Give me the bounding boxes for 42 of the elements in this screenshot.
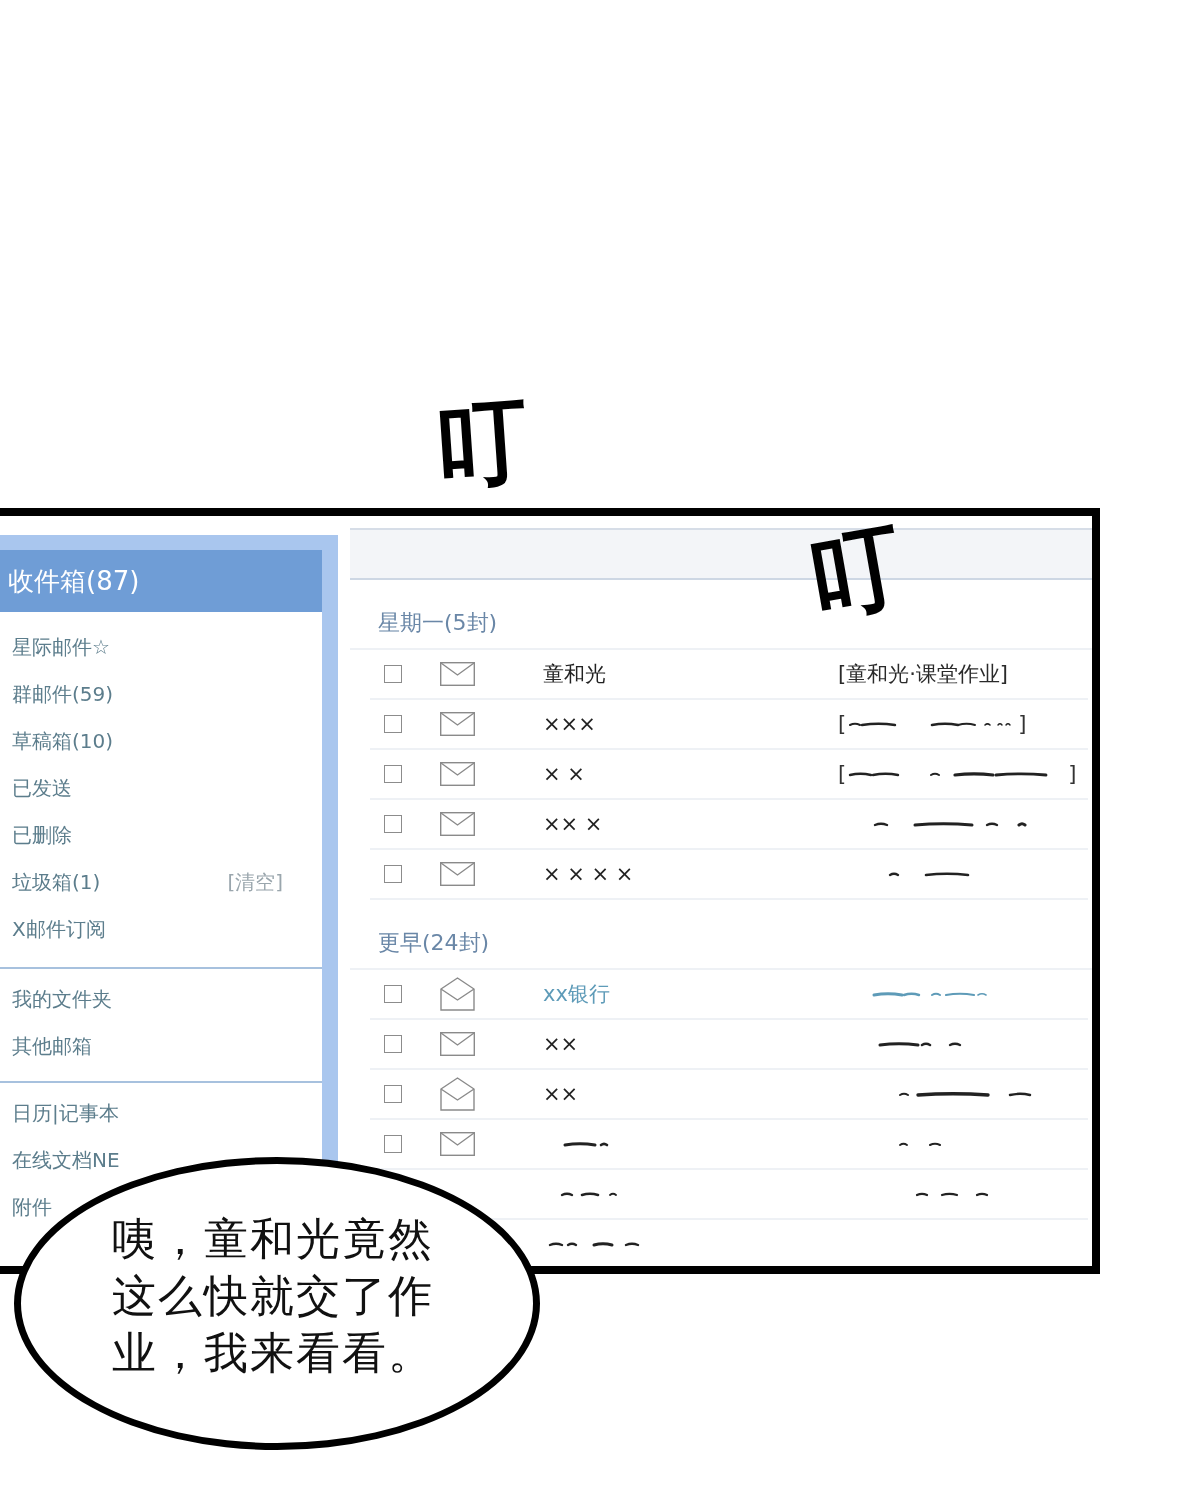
- checkbox[interactable]: [384, 1135, 402, 1153]
- mail-subject: [童和光·课堂作业]: [838, 661, 1009, 688]
- sender-name: ××: [543, 1082, 579, 1106]
- sound-effect-text: 叮: [432, 392, 532, 496]
- folder-item[interactable]: 在线文档NE: [12, 1147, 120, 1174]
- sender-name: × ×: [543, 762, 585, 786]
- sender-name: 童和光: [543, 661, 606, 688]
- sender-name: ×× ×: [543, 812, 603, 836]
- checkbox[interactable]: [384, 985, 402, 1003]
- checkbox[interactable]: [384, 1085, 402, 1103]
- folder-item[interactable]: 已发送: [12, 775, 72, 802]
- folder-item[interactable]: 其他邮箱: [12, 1033, 92, 1060]
- subject-bracket: ]: [1018, 712, 1027, 736]
- folder-item[interactable]: 星际邮件☆: [12, 634, 110, 661]
- folder-item[interactable]: 已删除: [12, 822, 72, 849]
- folder-item[interactable]: 草稿箱(10): [12, 728, 114, 755]
- subject-bracket: [: [838, 762, 847, 786]
- checkbox[interactable]: [384, 815, 402, 833]
- subject-bracket: [: [838, 712, 847, 736]
- sender-name: xx银行: [543, 981, 610, 1008]
- checkbox[interactable]: [384, 1035, 402, 1053]
- checkbox[interactable]: [384, 765, 402, 783]
- group-heading: 更早(24封): [378, 930, 490, 955]
- checkbox[interactable]: [384, 665, 402, 683]
- sender-name: ×××: [543, 712, 596, 736]
- folder-item[interactable]: X邮件订阅: [12, 916, 106, 943]
- speech-text: 咦，童和光竟然这么快就交了作业，我来看看。: [112, 1212, 435, 1380]
- scribble-drawing: [898, 1140, 942, 1148]
- folder-item[interactable]: 日历|记事本: [12, 1100, 119, 1127]
- folder-item[interactable]: 附件: [12, 1194, 52, 1221]
- inbox-header[interactable]: 收件箱(87): [0, 550, 322, 612]
- sender-name: × × × ×: [543, 862, 634, 886]
- folder-item[interactable]: 垃圾箱(1): [12, 869, 101, 896]
- group-heading: 星期一(5封): [378, 610, 498, 635]
- sender-name: ××: [543, 1032, 579, 1056]
- checkbox[interactable]: [384, 865, 402, 883]
- empty-trash-link[interactable]: [清空]: [227, 869, 283, 896]
- folder-item[interactable]: 群邮件(59): [12, 681, 114, 708]
- checkbox[interactable]: [384, 715, 402, 733]
- folder-item[interactable]: 我的文件夹: [12, 986, 112, 1013]
- sound-effect-text: 叮: [802, 516, 910, 628]
- subject-bracket: ]: [1068, 762, 1077, 786]
